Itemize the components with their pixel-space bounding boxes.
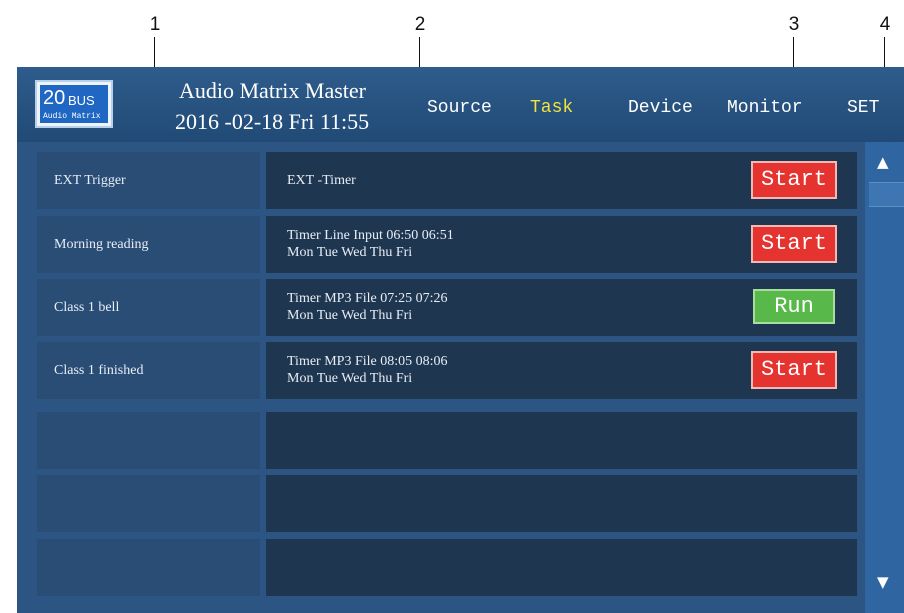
task-schedule-text: Timer MP3 File 08:05 08:06 [287,354,448,369]
task-name-cell[interactable]: Class 1 finished [37,342,260,399]
vertical-scrollbar[interactable]: ▲ ▼ [865,142,904,613]
app-title: Audio Matrix Master [179,78,366,103]
callout-3: 3 [788,14,800,35]
brand-logo: 20 BUS Audio Matrix [35,80,113,128]
logo-number: 20 [43,87,66,109]
start-button[interactable]: Start [751,225,837,263]
task-days-text: Mon Tue Wed Thu Fri [287,245,413,260]
tab-task[interactable]: Task [530,98,573,118]
task-detail-cell[interactable]: EXT -Timer Start [266,152,857,209]
empty-task-detail-cell[interactable] [266,539,857,596]
task-detail-cell[interactable]: Timer Line Input 06:50 06:51 Mon Tue Wed… [266,216,857,273]
task-screen: 20 BUS Audio Matrix Audio Matrix Master … [17,67,904,613]
task-detail-cell[interactable]: Timer MP3 File 07:25 07:26 Mon Tue Wed T… [266,279,857,336]
task-name-cell[interactable]: Class 1 bell [37,279,260,336]
task-name-cell[interactable]: Morning reading [37,216,260,273]
task-schedule-text: Timer MP3 File 07:25 07:26 [287,291,448,306]
callout-2: 2 [414,14,426,35]
tab-monitor[interactable]: Monitor [727,98,803,118]
empty-task-detail-cell[interactable] [266,475,857,532]
task-days-text: Mon Tue Wed Thu Fri [287,308,413,323]
task-detail-text: EXT -Timer [287,173,356,188]
task-days-text: Mon Tue Wed Thu Fri [287,371,413,386]
logo-subtitle: Audio Matrix [43,112,101,121]
tab-set[interactable]: SET [847,98,879,118]
triangle-up-icon[interactable]: ▲ [877,154,889,170]
empty-task-name-cell[interactable] [37,539,260,596]
logo-bus-label: BUS [68,93,95,108]
tab-source[interactable]: Source [427,98,492,118]
task-name-cell[interactable]: EXT Trigger [37,152,260,209]
start-button[interactable]: Start [751,161,837,199]
triangle-down-icon[interactable]: ▼ [877,574,889,590]
scroll-thumb[interactable] [869,182,904,207]
task-detail-cell[interactable]: Timer MP3 File 08:05 08:06 Mon Tue Wed T… [266,342,857,399]
tab-device[interactable]: Device [628,98,693,118]
date-time-display: 2016 -02-18 Fri 11:55 [175,109,370,134]
callout-1: 1 [149,14,161,35]
empty-task-detail-cell[interactable] [266,412,857,469]
run-button[interactable]: Run [753,289,835,324]
start-button[interactable]: Start [751,351,837,389]
callout-4: 4 [879,14,891,35]
empty-task-name-cell[interactable] [37,412,260,469]
header-bar: 20 BUS Audio Matrix Audio Matrix Master … [17,67,904,142]
task-schedule-text: Timer Line Input 06:50 06:51 [287,228,454,243]
empty-task-name-cell[interactable] [37,475,260,532]
